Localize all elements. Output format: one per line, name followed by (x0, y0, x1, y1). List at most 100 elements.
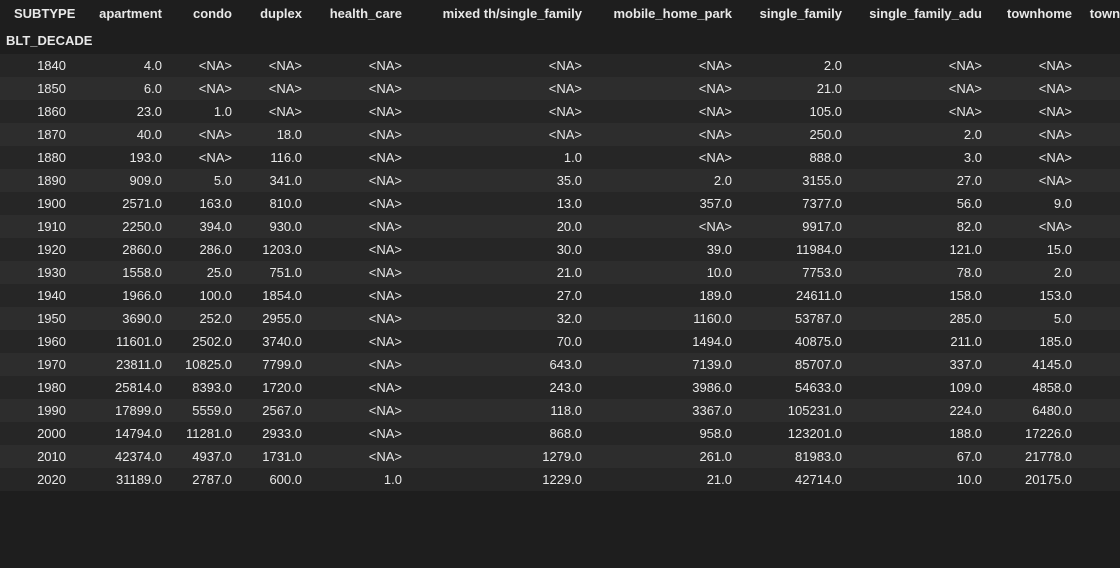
cell: <NA> (410, 77, 590, 100)
cell: 105.0 (740, 100, 850, 123)
cell: <NA> (990, 169, 1080, 192)
cell: 10.0 (590, 261, 740, 284)
cell: 18.0 (240, 123, 310, 146)
cell: <NA> (590, 146, 740, 169)
cell: 2.0 (590, 169, 740, 192)
cell: 2.0 (850, 123, 990, 146)
row-index: 2000 (0, 422, 78, 445)
cell: 643.0 (410, 353, 590, 376)
cell: 21.0 (590, 468, 740, 491)
index-header-row: BLT_DECADE (0, 27, 1120, 54)
cell: <NA> (240, 77, 310, 100)
cell: <NA> (990, 215, 1080, 238)
col-header-townhomes: townhomes (1080, 0, 1120, 27)
cell: <NA> (170, 146, 240, 169)
cell: 4145.0 (990, 353, 1080, 376)
cell: 153.0 (990, 284, 1080, 307)
cell: 7139.0 (590, 353, 740, 376)
cell: 7753.0 (740, 261, 850, 284)
cell: 7377.0 (740, 192, 850, 215)
cell: <NA> (310, 77, 410, 100)
row-index: 1900 (0, 192, 78, 215)
table-row: 186023.01.0<NA><NA><NA><NA>105.0<NA><NA>… (0, 100, 1120, 123)
cell: <NA> (170, 123, 240, 146)
cell: 21.0 (410, 261, 590, 284)
cell: 252.0 (170, 307, 240, 330)
cell: 341.0 (240, 169, 310, 192)
cell: <NA> (170, 54, 240, 77)
cell: <NA> (310, 169, 410, 192)
cell: <NA> (590, 77, 740, 100)
cell: 4937.0 (170, 445, 240, 468)
cell: <NA> (310, 445, 410, 468)
cell: 15.0 (1080, 468, 1120, 491)
cell: 4.0 (78, 54, 170, 77)
col-header-mixed: mixed th/single_family (410, 0, 590, 27)
cell: 6.0 (78, 77, 170, 100)
cell: <NA> (310, 399, 410, 422)
cell: 930.0 (240, 215, 310, 238)
cell: 3367.0 (590, 399, 740, 422)
row-index: 1860 (0, 100, 78, 123)
cell: 17899.0 (78, 399, 170, 422)
cell: <NA> (410, 54, 590, 77)
row-index: 1980 (0, 376, 78, 399)
cell: 42374.0 (78, 445, 170, 468)
cell: 11984.0 (740, 238, 850, 261)
cell: 3740.0 (240, 330, 310, 353)
row-index: 1940 (0, 284, 78, 307)
cell: 13.0 (410, 192, 590, 215)
cell: 11601.0 (78, 330, 170, 353)
table-row: 19301558.025.0751.0<NA>21.010.07753.078.… (0, 261, 1120, 284)
cell: 53787.0 (740, 307, 850, 330)
cell: 1.0 (310, 468, 410, 491)
cell: 185.0 (990, 330, 1080, 353)
cell: 1.0 (170, 100, 240, 123)
cell: 10825.0 (170, 353, 240, 376)
cell: <NA> (990, 100, 1080, 123)
cell: 78.0 (850, 261, 990, 284)
columns-header-row: SUBTYPE apartment condo duplex health_ca… (0, 0, 1120, 27)
cell: 2.0 (740, 54, 850, 77)
cell: 21.0 (740, 77, 850, 100)
row-index: 1930 (0, 261, 78, 284)
table-row: 19202860.0286.01203.0<NA>30.039.011984.0… (0, 238, 1120, 261)
cell: <NA> (310, 307, 410, 330)
cell: 8393.0 (170, 376, 240, 399)
cell: 17226.0 (990, 422, 1080, 445)
cell: 56.0 (850, 192, 990, 215)
cell: <NA> (310, 100, 410, 123)
table-row: 19401966.0100.01854.0<NA>27.0189.024611.… (0, 284, 1120, 307)
cell: 286.0 (170, 238, 240, 261)
cell: 9.0 (990, 192, 1080, 215)
cell: 4858.0 (990, 376, 1080, 399)
cell: 193.0 (78, 146, 170, 169)
cell: <NA> (990, 146, 1080, 169)
index-axis-label: BLT_DECADE (0, 27, 78, 54)
pivot-table: SUBTYPE apartment condo duplex health_ca… (0, 0, 1120, 491)
cell: 27.0 (850, 169, 990, 192)
cell: 40.0 (78, 123, 170, 146)
col-header-single-family: single_family (740, 0, 850, 27)
cell: 116.0 (240, 146, 310, 169)
cell: <NA> (240, 54, 310, 77)
cell: 958.0 (590, 422, 740, 445)
cell: 868.0 (410, 422, 590, 445)
cell: 40875.0 (740, 330, 850, 353)
cell: 2787.0 (170, 468, 240, 491)
cell: <NA> (990, 123, 1080, 146)
cell: 1731.0 (240, 445, 310, 468)
cell: 285.0 (850, 307, 990, 330)
cell: 20175.0 (990, 468, 1080, 491)
cell: <NA> (1080, 422, 1120, 445)
cell: <NA> (1080, 54, 1120, 77)
cell: 158.0 (850, 284, 990, 307)
table-row: 198025814.08393.01720.0<NA>243.03986.054… (0, 376, 1120, 399)
cell: 1.0 (410, 146, 590, 169)
cell: <NA> (1080, 238, 1120, 261)
cell: 337.0 (850, 353, 990, 376)
cell: 188.0 (850, 422, 990, 445)
cell: 100.0 (170, 284, 240, 307)
cell: 23.0 (78, 100, 170, 123)
cell: 243.0 (410, 376, 590, 399)
